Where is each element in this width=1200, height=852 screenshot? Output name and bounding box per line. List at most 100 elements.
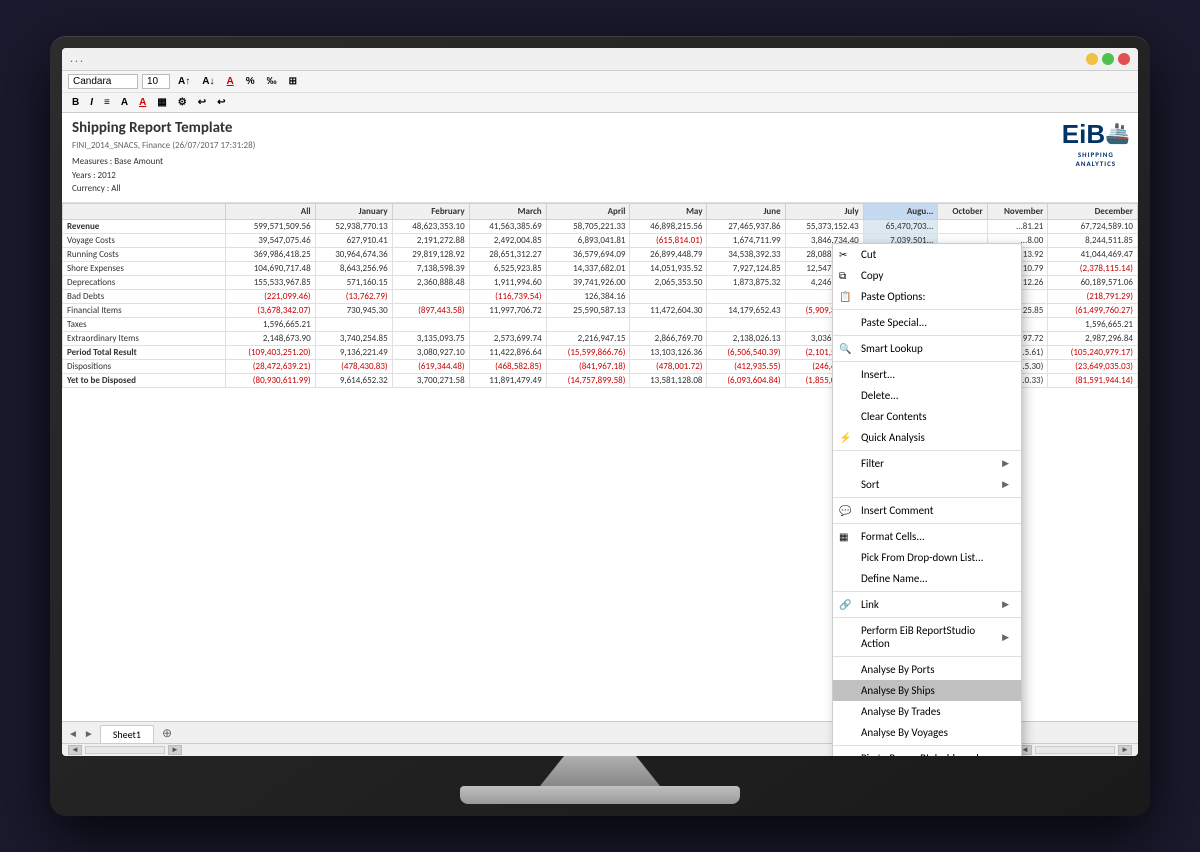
nav-left-btn[interactable]: ◄ [66,727,80,740]
align-btn[interactable]: ≡ [100,95,114,110]
redo-btn[interactable]: ↩ [213,95,229,110]
row-label: Shore Expenses [63,261,226,275]
ctx-menu-item[interactable]: Filter▶ [833,453,1021,474]
ctx-menu-item[interactable]: ⚡Quick Analysis [833,427,1021,448]
close-btn[interactable] [1118,53,1130,65]
scrollbar-track[interactable] [85,746,165,754]
ctx-menu-item[interactable]: Pin to Power BI dashboard... [833,748,1021,756]
maximize-btn[interactable] [1102,53,1114,65]
font-color-btn[interactable]: A [222,74,237,89]
ctx-item-label: Smart Lookup [861,342,923,355]
italic-btn[interactable]: I [86,95,97,110]
row-label: Revenue [63,219,226,233]
row-label: Bad Debts [63,289,226,303]
ctx-menu-item[interactable]: Sort▶ [833,474,1021,495]
ctx-menu-item[interactable]: 🔍Smart Lookup [833,338,1021,359]
cell-value: 6,525,923.85 [469,261,546,275]
cell-value: 104,690,717.48 [226,261,316,275]
cell-value: 39,547,075.46 [226,233,316,247]
cell-value: (6,506,540.39) [707,345,785,359]
add-sheet-btn[interactable]: ⊕ [156,724,178,743]
cell-value: (412,935.55) [707,359,785,373]
ctx-menu-item[interactable]: Pick From Drop-down List... [833,547,1021,568]
cell-value: 13,581,128.08 [630,373,707,387]
eib-tagline: SHIPPINGANALYTICS [1076,150,1116,168]
ctx-menu-item[interactable]: Analyse By Ports [833,659,1021,680]
cell-value: 11,422,896.64 [469,345,546,359]
cell-value: 39,741,926.00 [546,275,630,289]
col-header-all: All [226,203,316,219]
border-btn[interactable]: ▦ [153,95,170,110]
cell-value: 46,898,215.56 [630,219,707,233]
ctx-menu-item[interactable]: Perform EiB ReportStudio Action▶ [833,620,1021,654]
scrollbar-track-v[interactable] [1035,746,1115,754]
cell-value: (478,430.83) [315,359,392,373]
measures-info: Measures : Base Amount Years : 2012 Curr… [72,155,1128,196]
cell-value: 3,080,927.10 [392,345,469,359]
col-header-apr: April [546,203,630,219]
ctx-item-label: Pick From Drop-down List... [861,551,984,564]
per-mille-btn[interactable]: ‰ [263,74,281,89]
font-decrease-btn[interactable]: A↓ [198,74,218,89]
highlight-btn[interactable]: A [135,95,150,110]
ctx-menu-item[interactable]: 💬Insert Comment [833,500,1021,521]
col-header-nov: November [987,203,1048,219]
ctx-menu-item[interactable]: Analyse By Voyages [833,722,1021,743]
cell-value: 52,938,770.13 [315,219,392,233]
table-header-row: All January February March April May Jun… [63,203,1138,219]
scroll-right-btn[interactable]: ► [168,745,182,755]
cell-value: 65,470,703... [863,219,938,233]
cell-value: 67,724,589.10 [1048,219,1138,233]
cell-value: 730,945.30 [315,303,392,317]
ctx-menu-item[interactable]: Analyse By Trades [833,701,1021,722]
cell-value: 13,103,126.36 [630,345,707,359]
ctx-item-label: Analyse By Ships [861,684,935,697]
cell-value: 7,138,598.39 [392,261,469,275]
ctx-menu-item[interactable]: Delete... [833,385,1021,406]
settings-btn[interactable]: ⚙ [174,95,191,110]
cell-value: (619,344.48) [392,359,469,373]
ctx-item-label: Paste Special... [861,316,927,329]
ctx-menu-item[interactable]: Clear Contents [833,406,1021,427]
cell-value: 1,674,711.99 [707,233,785,247]
col-header-aug: Augu... [863,203,938,219]
minimize-btn[interactable] [1086,53,1098,65]
col-header-jan: January [315,203,392,219]
ctx-menu-item[interactable]: ▦Format Cells... [833,526,1021,547]
font-name-input[interactable] [68,74,138,89]
ctx-menu-item[interactable]: Analyse By Ships [833,680,1021,701]
cell-value: 2,065,353.50 [630,275,707,289]
row-label: Running Costs [63,247,226,261]
ctx-menu-item[interactable]: Define Name... [833,568,1021,589]
font-a-btn[interactable]: A [117,95,132,110]
undo-btn[interactable]: ↩ [194,95,210,110]
nav-right-btn[interactable]: ► [82,727,96,740]
grid-btn[interactable]: ⊞ [285,74,301,89]
font-increase-btn[interactable]: A↑ [174,74,194,89]
cell-value: 7,927,124.85 [707,261,785,275]
ctx-menu-item[interactable]: ⧉Copy [833,265,1021,286]
bold-btn[interactable]: B [68,95,83,110]
ctx-menu-item[interactable]: ✂Cut [833,244,1021,265]
sheet-tab-sheet1[interactable]: Sheet1 [100,725,154,743]
cell-value: 26,899,448.79 [630,247,707,261]
scroll-left-btn[interactable]: ◄ [68,745,82,755]
percent-btn[interactable]: % [242,74,259,89]
ctx-menu-item[interactable]: 📋Paste Options: [833,286,1021,307]
font-size-input[interactable] [142,74,170,89]
scroll-area-right: ◄ ► [1018,745,1132,755]
cell-value: (28,472,639.21) [226,359,316,373]
cell-value: 29,819,128.92 [392,247,469,261]
ctx-submenu-arrow: ▶ [1002,632,1009,643]
monitor: ... A↑ A↓ A % ‰ ⊞ [50,36,1150,816]
col-header-dec: December [1048,203,1138,219]
ctx-item-label: Insert... [861,368,895,381]
ctx-menu-item[interactable]: Insert... [833,364,1021,385]
col-header-oct: October [938,203,987,219]
cell-value: 2,492,004.85 [469,233,546,247]
scroll-down-btn[interactable]: ► [1118,745,1132,755]
ctx-separator [833,497,1021,498]
ctx-item-label: Sort [861,478,879,491]
ctx-menu-item[interactable]: 🔗Link▶ [833,594,1021,615]
ctx-menu-item[interactable]: Paste Special... [833,312,1021,333]
